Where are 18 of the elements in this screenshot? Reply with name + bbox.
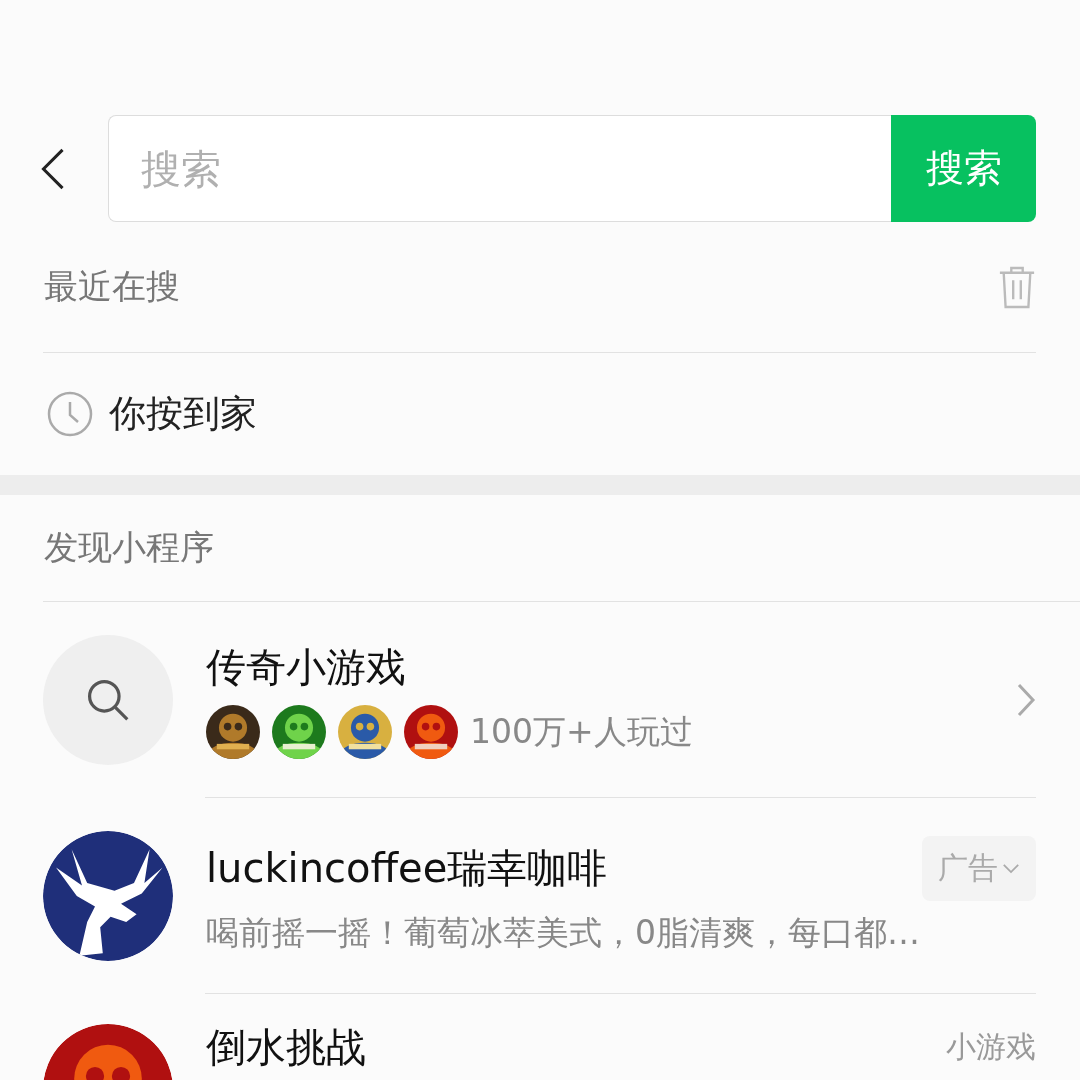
result-item[interactable]: 倒水挑战 小游戏: [0, 994, 1080, 1080]
search-field[interactable]: 搜索: [108, 115, 891, 222]
section-title: 发现小程序: [44, 526, 214, 569]
deer-logo-icon: [43, 830, 173, 961]
item-description: 喝前摇一摇！葡萄冰萃美式，0脂清爽，每口都…: [206, 911, 920, 954]
item-title: 倒水挑战: [206, 1024, 366, 1070]
trash-icon[interactable]: [998, 265, 1036, 309]
result-item[interactable]: luckincoffee瑞幸咖啡 广告 喝前摇一摇！葡萄冰萃美式，0脂清爽，每口都…: [0, 798, 1080, 993]
category-label: 小游戏: [946, 1027, 1036, 1066]
chevron-icon[interactable]: [1016, 681, 1036, 718]
item-title: luckincoffee瑞幸咖啡: [206, 843, 608, 893]
item-description: 100万+人玩过: [470, 710, 693, 753]
result-item[interactable]: 传奇小游戏 100万+人玩过: [0, 602, 1080, 797]
history-item[interactable]: 你按到家: [109, 389, 257, 439]
caret-icon: [1002, 862, 1020, 874]
clock-icon: [47, 391, 93, 437]
item-title: 传奇小游戏: [206, 643, 406, 692]
section-title: 最近在搜: [44, 265, 180, 308]
